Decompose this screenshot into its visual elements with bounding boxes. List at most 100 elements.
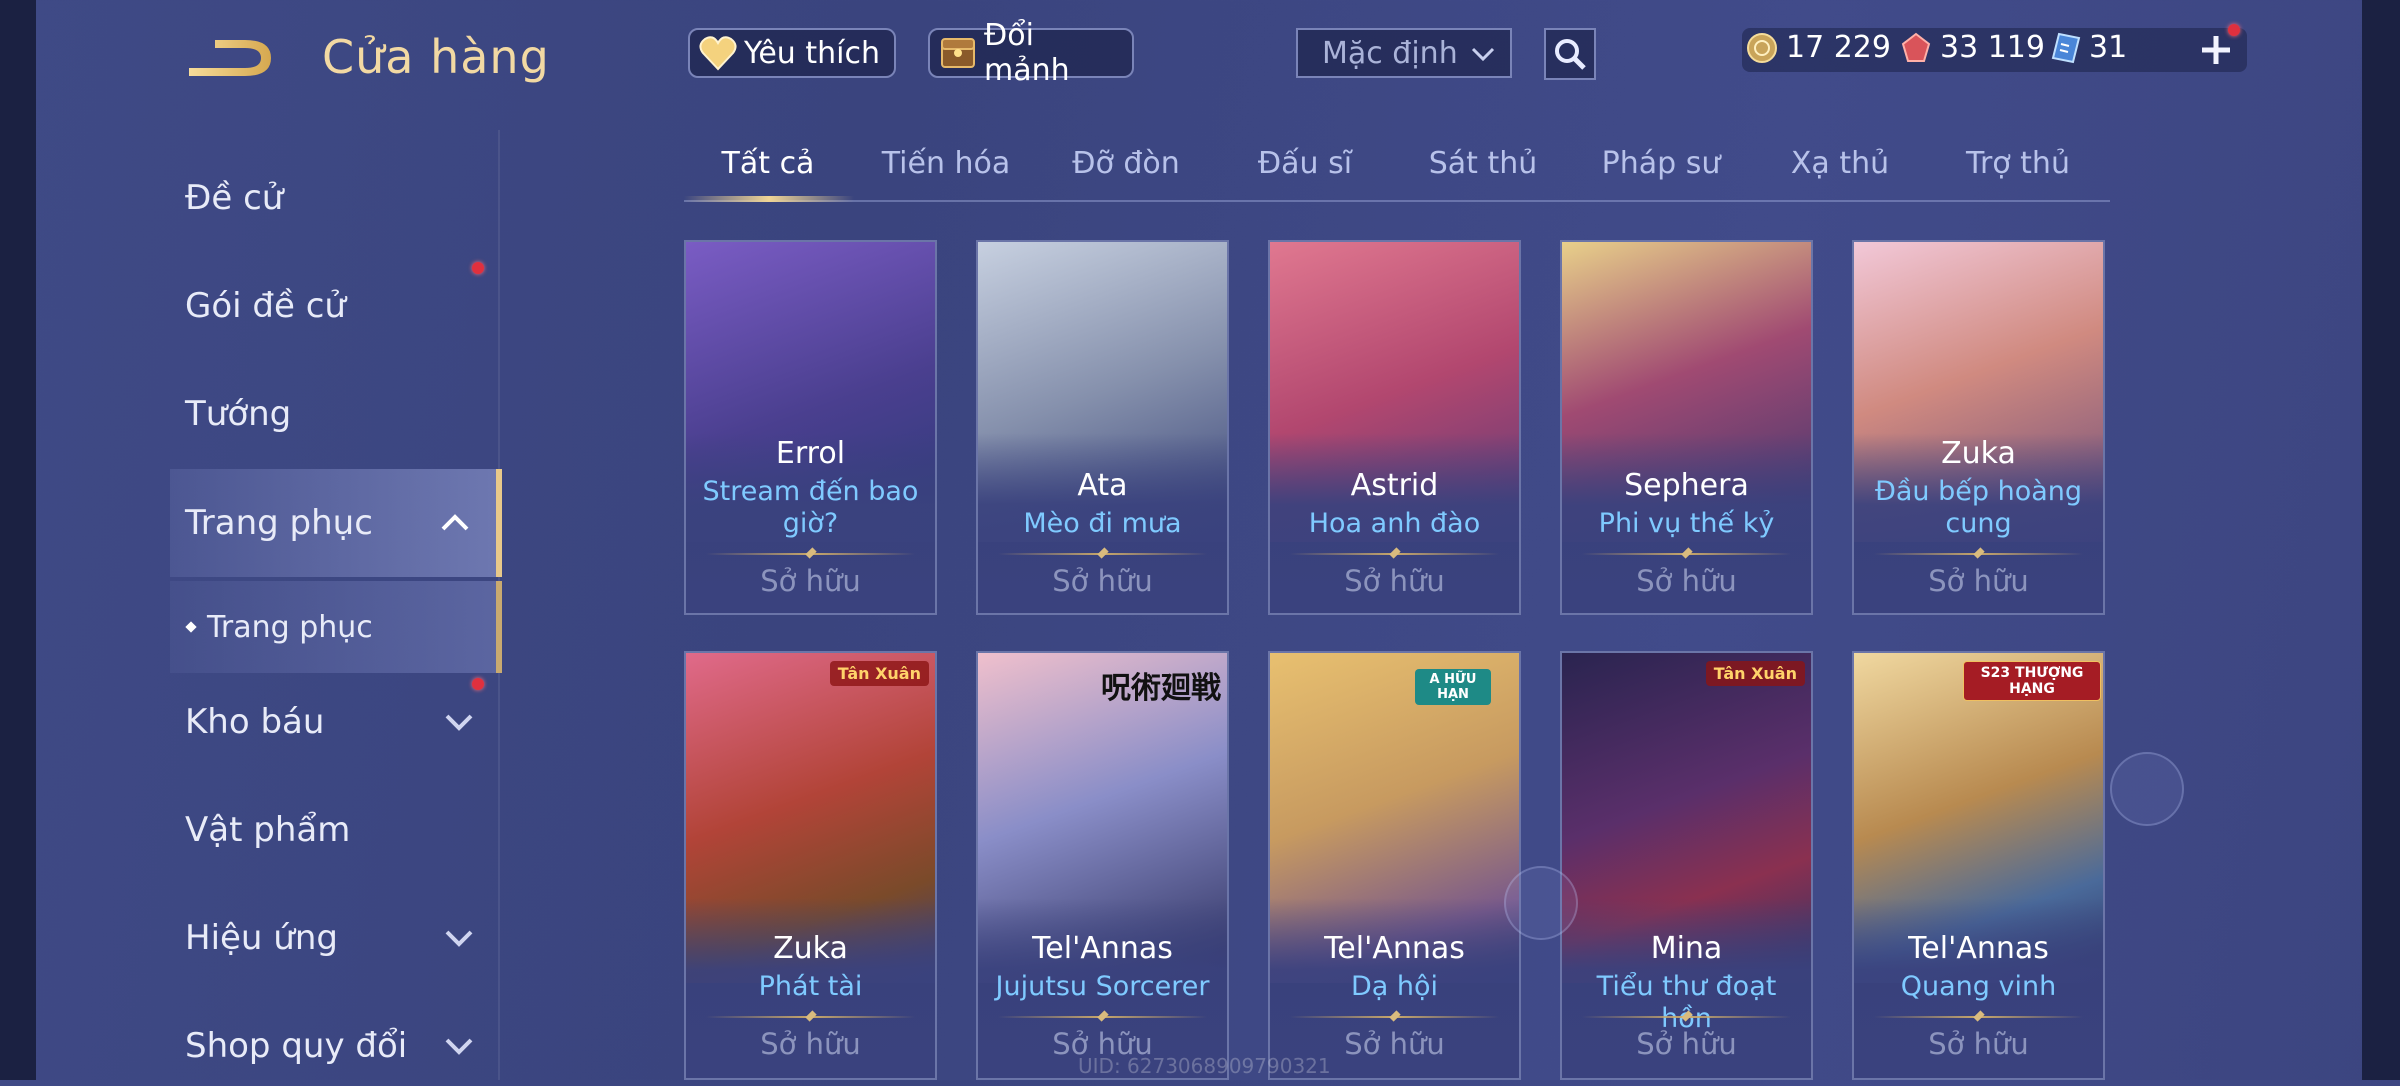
ruby-gem-icon (1900, 32, 1932, 64)
skin-name: Phát tài (758, 971, 863, 1002)
page-title: Cửa hàng (322, 30, 550, 84)
tab-tank[interactable]: Đỡ đòn (1072, 146, 1180, 181)
tab-evolution[interactable]: Tiến hóa (882, 146, 1011, 181)
skin-card[interactable]: 呪術廻戦 Tel'Annas Jujutsu Sorcerer Sở hữu (976, 651, 1229, 1080)
sort-dropdown[interactable]: Mặc định (1296, 28, 1512, 78)
owned-status: Sở hữu (760, 564, 861, 598)
skin-card[interactable]: Astrid Hoa anh đào Sở hữu (1268, 240, 1521, 615)
hero-name: Zuka (1941, 436, 2016, 471)
skin-card[interactable]: Ata Mèo đi mưa Sở hữu (976, 240, 1229, 615)
owned-status: Sở hữu (1928, 564, 2029, 598)
sidebar-item-recommended-packs[interactable]: Gói đề cử (185, 266, 500, 346)
tab-all[interactable]: Tất cả (722, 146, 815, 181)
owned-status: Sở hữu (1636, 1027, 1737, 1061)
owned-status: Sở hữu (1928, 1027, 2029, 1061)
hero-name: Tel'Annas (1908, 931, 2049, 966)
bullet-diamond-icon (185, 621, 197, 633)
skin-name: Quang vinh (1900, 971, 2057, 1002)
sidebar-item-label: Tướng (185, 394, 292, 434)
sidebar-item-treasure[interactable]: Kho báu (185, 682, 500, 762)
sidebar-subitem-skins[interactable]: Trang phục (170, 581, 502, 673)
active-tab-indicator (684, 196, 854, 202)
favorites-button[interactable]: Yêu thích (688, 28, 896, 78)
sidebar-item-exchange-shop[interactable]: Shop quy đổi (185, 1006, 500, 1086)
voucher-icon (2051, 32, 2081, 64)
gold-coin-icon (1746, 32, 1778, 64)
tab-mage[interactable]: Pháp sư (1602, 146, 1721, 181)
chevron-down-icon (445, 930, 473, 947)
owned-status: Sở hữu (760, 1027, 861, 1061)
skin-name: Đầu bếp hoàng cung (1874, 476, 2083, 539)
heart-icon (698, 33, 738, 73)
skin-name: Mèo đi mưa (1023, 508, 1182, 539)
sidebar-item-skins[interactable]: Trang phục (170, 469, 502, 577)
hero-name: Zuka (773, 931, 848, 966)
skin-card[interactable]: Tân Xuân Zuka Phát tài Sở hữu (684, 651, 937, 1080)
hero-name: Errol (775, 436, 846, 471)
back-button[interactable] (185, 30, 281, 90)
hero-name: Astrid (1350, 468, 1439, 503)
sort-value: Mặc định (1322, 35, 1458, 71)
search-button[interactable] (1544, 28, 1596, 80)
chevron-up-icon (441, 514, 469, 531)
skin-card[interactable]: Errol Stream đến bao giờ? Sở hữu (684, 240, 937, 615)
limited-badge: A HỮU HẠN (1415, 669, 1491, 705)
back-arrow-icon (189, 40, 271, 76)
skin-name: Stream đến bao giờ? (702, 476, 919, 539)
chevron-down-icon (445, 714, 473, 731)
left-screen-edge (0, 0, 36, 1080)
skin-name: Dạ hội (1350, 971, 1439, 1002)
top-up-button[interactable] (2196, 30, 2236, 70)
tab-support[interactable]: Trợ thủ (1966, 146, 2070, 181)
floating-orb (2110, 752, 2184, 826)
shard-chest-icon (938, 33, 978, 73)
sidebar-item-label: Đề cử (185, 178, 284, 218)
sidebar-item-label: Vật phẩm (185, 810, 351, 850)
sidebar-item-effects[interactable]: Hiệu ứng (185, 898, 500, 978)
user-id: UID: 6273068909790321 (1078, 1054, 1331, 1078)
ruby-amount: 33 119 (1940, 30, 2045, 65)
tab-marksman[interactable]: Xạ thủ (1791, 146, 1889, 181)
skin-card[interactable]: Sephera Phi vụ thế kỷ Sở hữu (1560, 240, 1813, 615)
skin-name: Phi vụ thế kỷ (1598, 508, 1775, 539)
sidebar-item-label: Gói đề cử (185, 286, 346, 326)
skin-card[interactable]: A HỮU HẠN Tel'Annas Dạ hội Sở hữu (1268, 651, 1521, 1080)
voucher-amount: 31 (2089, 30, 2128, 65)
gold-amount: 17 229 (1786, 30, 1891, 65)
top-up-notification-dot (2228, 24, 2240, 36)
shard-exchange-button[interactable]: Đổi mảnh (928, 18, 1134, 88)
jujutsu-kaisen-badge: 呪術廻戦 (1101, 671, 1221, 706)
skin-name: Hoa anh đào (1308, 508, 1481, 539)
floating-orb (1504, 866, 1578, 940)
ruby-currency: 33 119 (1900, 30, 2045, 65)
sidebar-item-label: Trang phục (207, 609, 373, 645)
skin-card[interactable]: Tân Xuân Mina Tiểu thư đoạt hồn Sở hữu (1560, 651, 1813, 1080)
hero-name: Mina (1650, 931, 1723, 966)
skin-card[interactable]: Zuka Đầu bếp hoàng cung Sở hữu (1852, 240, 2105, 615)
favorites-label: Yêu thích (744, 35, 880, 71)
sidebar-item-items[interactable]: Vật phẩm (185, 790, 500, 870)
tab-fighter[interactable]: Đấu sĩ (1258, 146, 1352, 181)
sidebar-item-recommended[interactable]: Đề cử (185, 158, 500, 238)
tan-xuan-badge: Tân Xuân (1705, 661, 1805, 686)
gold-currency: 17 229 (1746, 30, 1891, 65)
tan-xuan-badge: Tân Xuân (829, 661, 929, 686)
owned-status: Sở hữu (1052, 564, 1153, 598)
shard-exchange-label: Đổi mảnh (984, 18, 1070, 88)
sidebar-item-label: Kho báu (185, 702, 325, 742)
skin-name: Jujutsu Sorcerer (995, 971, 1210, 1002)
owned-status: Sở hữu (1636, 564, 1737, 598)
chevron-down-icon (1471, 47, 1495, 62)
owned-status: Sở hữu (1344, 564, 1445, 598)
sidebar-item-heroes[interactable]: Tướng (185, 374, 500, 454)
treasure-notification-dot (472, 678, 484, 690)
skin-name: Tiểu thư đoạt hồn (1596, 971, 1777, 1034)
skin-card[interactable]: S23 THƯỢNG HẠNG Tel'Annas Quang vinh Sở … (1852, 651, 2105, 1080)
s23-rank-badge: S23 THƯỢNG HẠNG (1963, 661, 2101, 701)
right-screen-edge (2362, 0, 2400, 1080)
plus-icon (2202, 36, 2230, 64)
search-icon (1555, 39, 1586, 70)
recommended-packs-notification-dot (472, 262, 484, 274)
tab-assassin[interactable]: Sát thủ (1429, 146, 1538, 181)
chevron-down-icon (445, 1038, 473, 1055)
